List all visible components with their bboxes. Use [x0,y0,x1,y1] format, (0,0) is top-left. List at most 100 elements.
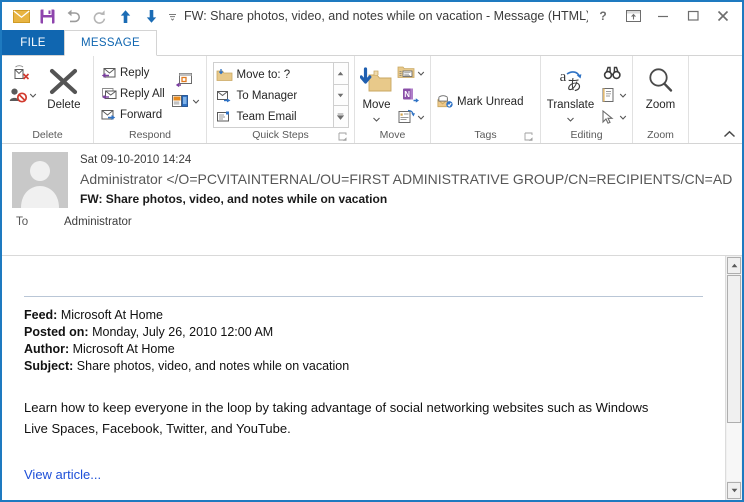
move-button[interactable]: Move [359,62,394,128]
minimize-button[interactable] [648,4,678,28]
quick-step-to-manager[interactable]: To Manager [216,85,333,106]
scroll-down-button[interactable] [727,482,741,499]
svg-text:N: N [404,90,410,99]
previous-item-icon[interactable] [112,4,138,28]
scroll-up-button[interactable] [727,257,741,274]
zoom-button[interactable]: Zoom [637,62,684,111]
ribbon-group-delete: Delete Delete [2,56,94,143]
translate-dropdown-icon[interactable] [566,110,575,128]
more-respond-dropdown-icon[interactable] [192,92,200,110]
ribbon-group-quick-steps-label: Quick Steps [211,128,350,143]
undo-icon[interactable] [60,4,86,28]
close-button[interactable] [708,4,738,28]
message-window: FW: Share photos, video, and notes while… [0,0,744,502]
save-icon[interactable] [34,4,60,28]
quick-step-move-to-label: Move to: ? [236,68,291,81]
quick-access-toolbar [8,4,180,28]
reply-all-button-label: Reply All [120,87,165,100]
meeting-icon [174,69,196,89]
ribbon-group-respond: Reply Reply All Forward Respond [94,56,207,143]
move-dropdown-icon[interactable] [372,110,381,128]
quick-steps-scroll-up[interactable] [333,63,348,85]
quick-step-move-to[interactable]: Move to: ? [216,64,333,85]
redo-icon[interactable] [86,4,112,28]
team-email-icon [216,109,234,125]
rules-button[interactable] [394,62,426,84]
move-folder-icon [360,64,393,98]
view-article-link[interactable]: View article... [24,467,101,482]
body-meta-author-key: Author: [24,342,70,356]
ignore-button[interactable] [10,62,34,84]
message-date: Sat 09-10-2010 14:24 [80,154,192,166]
related-button[interactable] [596,84,628,106]
message-header-fields: Sat 09-10-2010 14:24 Administrator </O=P… [68,152,732,208]
scrollbar-track[interactable] [727,275,741,481]
ribbon-group-respond-label: Respond [128,129,172,141]
rules-icon [395,63,417,83]
rules-dropdown-icon[interactable] [417,64,425,82]
junk-dropdown-icon[interactable] [29,86,37,104]
mail-icon[interactable] [8,4,34,28]
quick-steps-scroll-down[interactable] [333,84,348,107]
related-document-icon [597,85,619,105]
ribbon-group-move: Move N Move [355,56,431,143]
actions-button[interactable] [394,106,426,128]
select-cursor-icon [597,107,619,127]
related-dropdown-icon[interactable] [619,86,627,104]
quick-steps-dialog-launcher[interactable] [338,132,348,142]
maximize-button[interactable] [678,4,708,28]
actions-dropdown-icon[interactable] [417,108,425,126]
quick-steps-more[interactable] [333,106,348,128]
mark-unread-button[interactable]: Mark Unread [435,91,526,112]
tab-message[interactable]: MESSAGE [64,30,157,56]
delete-button-label: Delete [47,99,81,111]
ribbon: Delete Delete Reply Reply All Forward Re… [2,56,742,144]
reply-all-button[interactable]: Reply All [98,83,168,104]
title-bar: FW: Share photos, video, and notes while… [2,2,742,30]
collapse-ribbon-button[interactable] [722,127,736,141]
body-top-rule [24,296,703,297]
more-respond-icon [170,91,192,111]
customize-quick-access-toolbar-icon[interactable] [164,4,180,28]
ribbon-group-editing: aあ Translate Editing [541,56,633,143]
body-meta-posted-on: Posted on: Monday, July 26, 2010 12:00 A… [24,324,703,341]
body-scrollbar[interactable] [725,256,742,500]
body-meta-feed: Feed: Microsoft At Home [24,307,703,324]
junk-button[interactable] [6,84,38,106]
delete-button[interactable]: Delete [39,62,89,111]
translate-button[interactable]: aあ Translate [545,62,596,128]
body-meta-posted-on-key: Posted on: [24,325,89,339]
message-body-area: Feed: Microsoft At Home Posted on: Monda… [2,256,742,500]
scrollbar-thumb[interactable] [727,275,741,424]
quick-step-team-email-label: Team Email [236,110,297,123]
reply-button[interactable]: Reply [98,62,168,83]
quick-step-to-manager-label: To Manager [236,89,298,102]
window-controls: ? [588,4,738,28]
message-sender[interactable]: Administrator </O=PCVITAINTERNAL/OU=FIRS… [80,168,732,190]
body-meta-subject-value: Share photos, video, and notes while on … [76,359,350,373]
body-meta-author-value: Microsoft At Home [72,342,175,356]
message-body: Feed: Microsoft At Home Posted on: Monda… [2,256,725,500]
tags-dialog-launcher[interactable] [524,132,534,142]
meeting-button[interactable] [173,68,197,90]
ribbon-display-options-button[interactable] [618,4,648,28]
help-button[interactable]: ? [588,4,618,28]
next-item-icon[interactable] [138,4,164,28]
body-paragraph: Learn how to keep everyone in the loop b… [24,400,649,436]
find-button[interactable] [600,62,624,84]
select-dropdown-icon[interactable] [619,108,627,126]
onenote-button[interactable]: N [398,84,422,106]
quick-steps-gallery: Move to: ? To Manager Team Email [212,62,349,128]
onenote-icon: N [399,85,421,105]
quick-step-team-email[interactable]: Team Email [216,106,333,127]
junk-icon [7,85,29,105]
tab-file[interactable]: FILE [2,30,64,56]
more-respond-button[interactable] [169,90,201,112]
message-header: Sat 09-10-2010 14:24 Administrator </O=P… [2,144,742,256]
forward-button[interactable]: Forward [98,104,168,125]
quick-steps-list: Move to: ? To Manager Team Email [214,63,333,127]
to-value[interactable]: Administrator [64,216,132,228]
ribbon-group-tags: Mark Unread Tags [431,56,541,143]
select-button[interactable] [596,106,628,128]
mark-unread-button-label: Mark Unread [457,95,524,108]
